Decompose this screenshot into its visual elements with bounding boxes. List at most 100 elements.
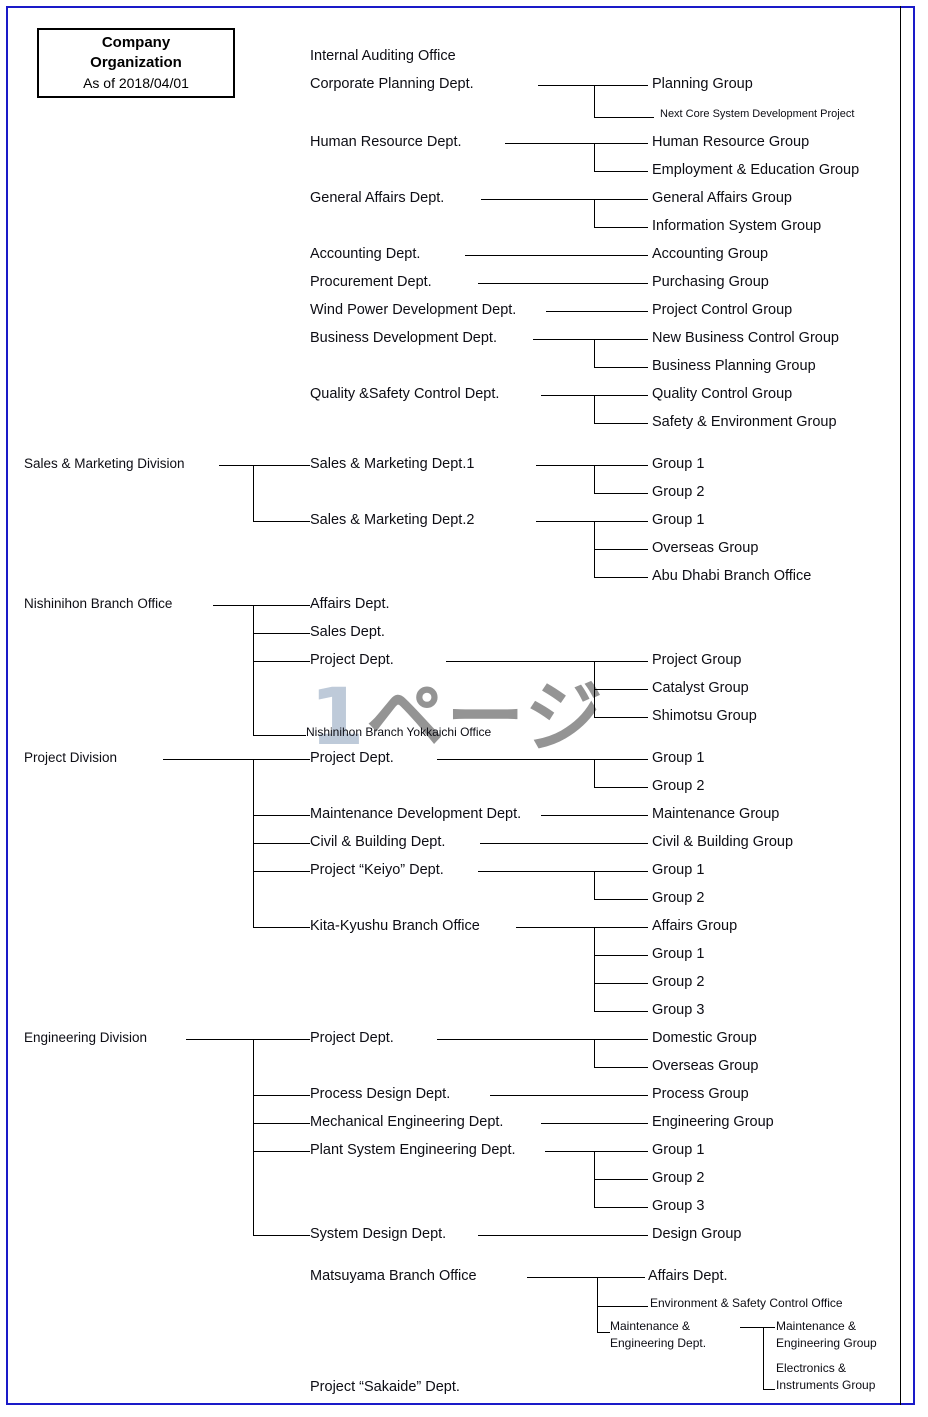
connector-sales-div-stub2 [253, 521, 310, 522]
org-node-my-affairs-dept: Affairs Dept. [648, 1268, 728, 1284]
connector-ed-project-trunk [437, 1039, 648, 1040]
connector-nishinihon-stub-yokkaichi [253, 735, 306, 736]
org-node-ed-engineering-group: Engineering Group [652, 1114, 774, 1130]
org-node-pd-civil-building-group: Civil & Building Group [652, 834, 794, 850]
org-node-pd-maintenance-group: Maintenance Group [652, 806, 780, 822]
connector-ed-plant-stub-g3 [594, 1207, 648, 1208]
connector-my-maint-trunk [740, 1327, 775, 1328]
org-node-nishinihon-affairs-dept: Affairs Dept. [310, 596, 390, 612]
org-node-matsuyama-branch-office: Matsuyama Branch Office [310, 1268, 477, 1284]
org-node-ed-plant-group-1: Group 1 [652, 1142, 705, 1158]
watermark-text: ページ [366, 673, 605, 763]
connector-project-div-stub-civil [253, 843, 310, 844]
connector-accounting-trunk [465, 255, 648, 256]
org-node-pd-kk-group-2: Group 2 [652, 974, 705, 990]
org-node-purchasing-group: Purchasing Group [652, 274, 769, 290]
connector-business-dev-stub [594, 367, 648, 368]
org-node-sales-marketing-dept-1: Sales & Marketing Dept.1 [310, 456, 475, 472]
connector-ed-system-trunk [478, 1235, 648, 1236]
connector-sm2-stub-abudhabi [594, 577, 648, 578]
connector-project-div-stub-keiyo [253, 871, 310, 872]
org-node-pd-project-group-2: Group 2 [652, 778, 705, 794]
org-node-business-planning-group: Business Planning Group [652, 358, 816, 374]
org-node-engineering-division: Engineering Division [24, 1030, 148, 1045]
org-node-planning-group: Planning Group [652, 76, 753, 92]
connector-corporate-planning-spine [594, 85, 595, 117]
connector-wind-power-trunk [546, 311, 648, 312]
connector-planning-group-stub [594, 85, 648, 86]
connector-pd-project-spine [594, 759, 595, 787]
connector-pd-project-trunk [437, 759, 648, 760]
connector-ed-plant-stub-g2 [594, 1179, 648, 1180]
connector-sales-div-trunk [219, 465, 310, 466]
org-node-nishinihon-shimotsu-group: Shimotsu Group [652, 708, 757, 724]
org-node-nishinihon-branch-office: Nishinihon Branch Office [24, 596, 173, 611]
connector-pd-kita-spine [594, 927, 595, 1011]
connector-pd-kita-trunk [516, 927, 648, 928]
connector-pd-keiyo-stub2 [594, 899, 648, 900]
org-node-human-resource-dept: Human Resource Dept. [310, 134, 462, 150]
connector-project-div-trunk [163, 759, 310, 760]
org-node-pd-keiyo-group-2: Group 2 [652, 890, 705, 906]
connector-procurement-trunk [478, 283, 648, 284]
org-node-pd-maintenance-development-dept: Maintenance Development Dept. [310, 806, 522, 822]
connector-eng-div-spine [253, 1039, 254, 1235]
org-node-ed-mechanical-engineering-dept: Mechanical Engineering Dept. [310, 1114, 504, 1130]
connector-general-affairs-stub [594, 227, 648, 228]
org-node-wind-power-development-dept: Wind Power Development Dept. [310, 302, 517, 318]
connector-eng-div-trunk [186, 1039, 310, 1040]
org-node-ed-plant-system-engineering-dept: Plant System Engineering Dept. [310, 1142, 516, 1158]
connector-pd-civil-trunk [480, 843, 648, 844]
connector-sm2-trunk [536, 521, 648, 522]
org-chart-page: 1ページ Company Organization As of 2018/04/… [0, 0, 928, 1417]
connector-sm1-stub [594, 493, 648, 494]
connector-next-core-stub [594, 117, 654, 118]
connector-nishinihon-spine [253, 605, 254, 735]
org-node-employment-education-group: Employment & Education Group [652, 162, 860, 178]
connector-pd-kita-stub-g1 [594, 955, 648, 956]
org-node-nishinihon-catalyst-group: Catalyst Group [652, 680, 749, 696]
title-line-date: As of 2018/04/01 [83, 75, 189, 91]
title-box: Company Organization As of 2018/04/01 [37, 28, 235, 98]
org-node-sm2-overseas-group: Overseas Group [652, 540, 759, 556]
connector-ed-process-trunk [490, 1095, 648, 1096]
org-node-pd-kita-kyushu-branch-office: Kita-Kyushu Branch Office [310, 918, 480, 934]
org-node-quality-control-group: Quality Control Group [652, 386, 793, 402]
org-node-pd-project-group-1: Group 1 [652, 750, 705, 766]
connector-nishi-stub-catalyst [594, 689, 648, 690]
connector-pd-keiyo-trunk [478, 871, 648, 872]
connector-my-maint-spine [763, 1327, 764, 1389]
org-node-sm2-group-1: Group 1 [652, 512, 705, 528]
org-node-sm1-group-1: Group 1 [652, 456, 705, 472]
connector-project-div-stub-kita [253, 927, 310, 928]
connector-quality-safety-stub [594, 423, 648, 424]
connector-eng-div-stub-plant [253, 1151, 310, 1152]
connector-ed-mech-trunk [541, 1123, 648, 1124]
connector-pd-kita-stub-g3 [594, 1011, 648, 1012]
org-node-accounting-group: Accounting Group [652, 246, 769, 262]
connector-human-resource-stub [594, 171, 648, 172]
org-node-general-affairs-group: General Affairs Group [652, 190, 792, 206]
org-node-ed-process-group: Process Group [652, 1086, 749, 1102]
page-inner-rule [900, 6, 901, 1405]
connector-matsuyama-stub-env [597, 1306, 648, 1307]
connector-human-resource-spine [594, 143, 595, 171]
connector-pd-kita-stub-g2 [594, 983, 648, 984]
connector-ed-plant-trunk [545, 1151, 648, 1152]
connector-business-dev-trunk [533, 339, 648, 340]
org-node-abu-dhabi-branch-office: Abu Dhabi Branch Office [652, 568, 812, 584]
org-node-ed-project-dept: Project Dept. [310, 1030, 394, 1046]
org-node-my-maintenance-engineering-dept: Maintenance & Engineering Dept. [610, 1319, 707, 1351]
connector-eng-div-stub-system [253, 1235, 310, 1236]
org-node-project-sakaide-dept: Project “Sakaide” Dept. [310, 1379, 460, 1395]
title-line-organization: Organization [90, 54, 182, 71]
connector-project-div-stub-maint [253, 815, 310, 816]
title-line-company: Company [101, 34, 171, 51]
org-node-business-development-dept: Business Development Dept. [310, 330, 497, 346]
org-node-pd-keiyo-group-1: Group 1 [652, 862, 705, 878]
org-node-information-system-group: Information System Group [652, 218, 822, 234]
connector-general-affairs-spine [594, 199, 595, 227]
org-node-pd-kk-affairs-group: Affairs Group [652, 918, 738, 934]
connector-pd-project-stub2 [594, 787, 648, 788]
org-node-new-business-control-group: New Business Control Group [652, 330, 839, 346]
